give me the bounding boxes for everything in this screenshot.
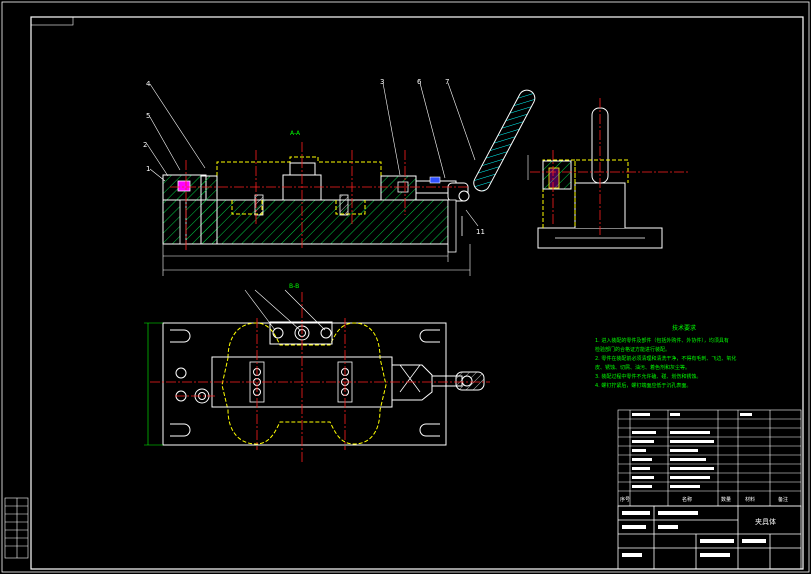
notes-title: 技术要求 [672, 324, 696, 332]
front-view: 4 5 2 1 3 6 7 11 A-A [143, 78, 536, 276]
cad-drawing-canvas: 4 5 2 1 3 6 7 11 A-A B-B 技术要求 1. 进入装配的零件… [1, 1, 810, 573]
header-qty: 数量 [721, 496, 731, 503]
notes-line-3: 2. 零件在装配前必须清理和清洗干净，不得有毛刺、飞边、氧化 [595, 355, 736, 362]
balloon-6: 6 [417, 78, 422, 86]
title-block [617, 505, 802, 570]
notes-line-5: 3. 装配过程中零件不允许磕、碰、划伤和锈蚀。 [595, 373, 701, 380]
notes-line-2: 检验部门的合格证方能进行装配。 [595, 346, 670, 353]
margin-stamp [4, 497, 29, 559]
balloon-1: 1 [146, 165, 150, 173]
technical-notes: 技术要求 1. 进入装配的零件及部件（包括外购件、外协件），均须具有 检验部门的… [595, 324, 736, 389]
notes-line-1: 1. 进入装配的零件及部件（包括外购件、外协件），均须具有 [595, 337, 729, 344]
section-label-bottom: B-B [289, 283, 299, 290]
balloon-2: 2 [143, 141, 147, 149]
balloon-7: 7 [445, 78, 449, 86]
header-name: 名称 [682, 496, 692, 503]
balloon-4: 4 [146, 80, 151, 88]
side-view [527, 98, 690, 249]
notes-line-4: 皮、锈蚀、切屑、油污、着色剂和灰尘等。 [595, 364, 690, 371]
parts-list-fills [632, 413, 752, 488]
clamp-handle [473, 89, 536, 192]
top-plate [162, 322, 447, 446]
parts-list-header: 序号 名称 数量 材料 备注 [620, 496, 788, 503]
section-label-top: A-A [290, 130, 301, 137]
drawing-title: 夹具体 [755, 517, 776, 526]
header-material: 材料 [745, 496, 755, 503]
notes-line-6: 4. 螺钉拧紧后，螺钉端面应低于沉孔表面。 [595, 382, 691, 389]
balloon-11: 11 [476, 228, 485, 236]
header-seq: 序号 [620, 496, 630, 503]
balloon-3: 3 [380, 78, 384, 86]
top-view: B-B [144, 283, 490, 462]
balloon-5: 5 [146, 112, 150, 120]
header-note: 备注 [778, 496, 788, 503]
